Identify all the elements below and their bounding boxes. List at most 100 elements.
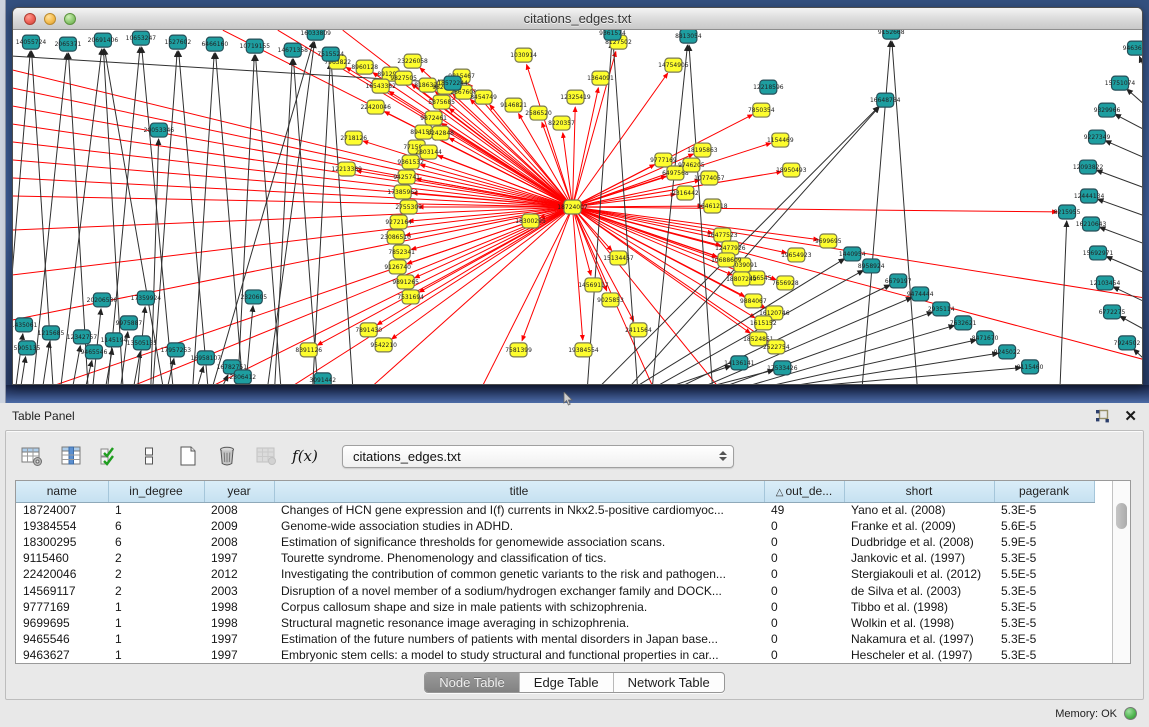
table-row[interactable]: 969969511998Structural magnetic resonanc… bbox=[16, 615, 1112, 631]
cell-pagerank[interactable]: 5.3E-5 bbox=[994, 582, 1094, 598]
cell-pagerank[interactable]: 5.3E-5 bbox=[994, 647, 1094, 663]
cell-title[interactable]: Estimation of significance thresholds fo… bbox=[274, 534, 764, 550]
cell-title[interactable]: Genome-wide association studies in ADHD. bbox=[274, 518, 764, 534]
cell-year[interactable]: 1997 bbox=[204, 647, 274, 663]
cell-out_degree[interactable]: 0 bbox=[764, 582, 844, 598]
citation-graph[interactable]: 1872400779638228960128891291423226058982… bbox=[13, 30, 1142, 384]
cell-name[interactable]: 18724007 bbox=[16, 502, 108, 518]
cell-in_degree[interactable]: 1 bbox=[108, 615, 204, 631]
cell-name[interactable]: 9465546 bbox=[16, 631, 108, 647]
network-canvas[interactable]: 1872400779638228960128891291423226058982… bbox=[13, 30, 1142, 384]
cell-short[interactable]: Hescheler et al. (1997) bbox=[844, 647, 994, 663]
cell-out_degree[interactable]: 0 bbox=[764, 518, 844, 534]
table-row[interactable]: 946362711997Embryonic stem cells: a mode… bbox=[16, 647, 1112, 663]
cell-short[interactable]: Yano et al. (2008) bbox=[844, 502, 994, 518]
delete-column-icon[interactable] bbox=[215, 444, 239, 468]
column-header-in-degree[interactable]: in_degree bbox=[108, 481, 204, 502]
cell-name[interactable]: 9777169 bbox=[16, 599, 108, 615]
column-header-name[interactable]: name bbox=[16, 481, 108, 502]
cell-name[interactable]: 9115460 bbox=[16, 550, 108, 566]
cell-year[interactable]: 1998 bbox=[204, 615, 274, 631]
select-all-icon[interactable] bbox=[98, 444, 122, 468]
cell-year[interactable]: 2012 bbox=[204, 566, 274, 582]
table-row[interactable]: 911546021997Tourette syndrome. Phenomeno… bbox=[16, 550, 1112, 566]
cell-name[interactable]: 19384554 bbox=[16, 518, 108, 534]
cell-short[interactable]: Stergiakouli et al. (2012) bbox=[844, 566, 994, 582]
cell-pagerank[interactable]: 5.3E-5 bbox=[994, 615, 1094, 631]
show-column-icon[interactable] bbox=[59, 444, 83, 468]
cell-in_degree[interactable]: 1 bbox=[108, 631, 204, 647]
cell-title[interactable]: Changes of HCN gene expression and I(f) … bbox=[274, 502, 764, 518]
cell-in_degree[interactable]: 1 bbox=[108, 502, 204, 518]
cell-out_degree[interactable]: 0 bbox=[764, 566, 844, 582]
new-column-icon[interactable] bbox=[176, 444, 200, 468]
cell-pagerank[interactable]: 5.5E-5 bbox=[994, 566, 1094, 582]
cell-pagerank[interactable]: 5.6E-5 bbox=[994, 518, 1094, 534]
cell-title[interactable]: Investigating the contribution of common… bbox=[274, 566, 764, 582]
table-row[interactable]: 977716911998Corpus callosum shape and si… bbox=[16, 599, 1112, 615]
table-row[interactable]: 1456911722003Disruption of a novel membe… bbox=[16, 582, 1112, 598]
cell-short[interactable]: Franke et al. (2009) bbox=[844, 518, 994, 534]
cell-short[interactable]: Tibbo et al. (1998) bbox=[844, 599, 994, 615]
cell-pagerank[interactable]: 5.3E-5 bbox=[994, 502, 1094, 518]
table-row[interactable]: 1830029562008Estimation of significance … bbox=[16, 534, 1112, 550]
cell-short[interactable]: Nakamura et al. (1997) bbox=[844, 631, 994, 647]
cell-pagerank[interactable]: 5.3E-5 bbox=[994, 550, 1094, 566]
cell-year[interactable]: 2009 bbox=[204, 518, 274, 534]
column-header-short[interactable]: short bbox=[844, 481, 994, 502]
row-height-icon[interactable] bbox=[137, 444, 161, 468]
cell-name[interactable]: 9463627 bbox=[16, 647, 108, 663]
cell-in_degree[interactable]: 6 bbox=[108, 518, 204, 534]
column-header-year[interactable]: year bbox=[204, 481, 274, 502]
column-header-title[interactable]: title bbox=[274, 481, 764, 502]
table-scrollbar[interactable] bbox=[1112, 481, 1130, 663]
table-settings-icon[interactable] bbox=[20, 444, 44, 468]
cell-in_degree[interactable]: 1 bbox=[108, 599, 204, 615]
cell-title[interactable]: Tourette syndrome. Phenomenology and cla… bbox=[274, 550, 764, 566]
cell-title[interactable]: Estimation of the future numbers of pati… bbox=[274, 631, 764, 647]
cell-title[interactable]: Embryonic stem cells: a model to study s… bbox=[274, 647, 764, 663]
table-row[interactable]: 2242004622012Investigating the contribut… bbox=[16, 566, 1112, 582]
tab-network-table[interactable]: Network Table bbox=[614, 673, 724, 692]
cell-short[interactable]: de Silva et al. (2003) bbox=[844, 582, 994, 598]
close-panel-icon[interactable]: ✕ bbox=[1124, 407, 1137, 425]
cell-year[interactable]: 2008 bbox=[204, 534, 274, 550]
delete-table-icon[interactable] bbox=[254, 444, 278, 468]
cell-year[interactable]: 2008 bbox=[204, 502, 274, 518]
table-selector-dropdown[interactable]: citations_edges.txt bbox=[342, 445, 734, 468]
cell-name[interactable]: 14569117 bbox=[16, 582, 108, 598]
function-builder-icon[interactable]: f(x) bbox=[293, 444, 317, 468]
cell-name[interactable]: 22420046 bbox=[16, 566, 108, 582]
column-header-out-degree[interactable]: △out_de... bbox=[764, 481, 844, 502]
cell-out_degree[interactable]: 49 bbox=[764, 502, 844, 518]
cell-out_degree[interactable]: 0 bbox=[764, 550, 844, 566]
cell-short[interactable]: Wolkin et al. (1998) bbox=[844, 615, 994, 631]
cell-title[interactable]: Disruption of a novel member of a sodium… bbox=[274, 582, 764, 598]
cell-title[interactable]: Corpus callosum shape and size in male p… bbox=[274, 599, 764, 615]
tab-node-table[interactable]: Node Table bbox=[425, 673, 520, 692]
cell-out_degree[interactable]: 0 bbox=[764, 631, 844, 647]
cell-year[interactable]: 1997 bbox=[204, 550, 274, 566]
cell-out_degree[interactable]: 0 bbox=[764, 647, 844, 663]
cell-name[interactable]: 9699695 bbox=[16, 615, 108, 631]
cell-pagerank[interactable]: 5.9E-5 bbox=[994, 534, 1094, 550]
cell-title[interactable]: Structural magnetic resonance image aver… bbox=[274, 615, 764, 631]
cell-year[interactable]: 2003 bbox=[204, 582, 274, 598]
network-window-titlebar[interactable]: citations_edges.txt bbox=[13, 8, 1142, 30]
scrollbar-thumb[interactable] bbox=[1116, 503, 1127, 529]
cell-year[interactable]: 1998 bbox=[204, 599, 274, 615]
tab-edge-table[interactable]: Edge Table bbox=[520, 673, 614, 692]
cell-out_degree[interactable]: 0 bbox=[764, 615, 844, 631]
cell-short[interactable]: Jankovic et al. (1997) bbox=[844, 550, 994, 566]
cell-pagerank[interactable]: 5.3E-5 bbox=[994, 599, 1094, 615]
cell-out_degree[interactable]: 0 bbox=[764, 534, 844, 550]
cell-name[interactable]: 18300295 bbox=[16, 534, 108, 550]
cell-in_degree[interactable]: 6 bbox=[108, 534, 204, 550]
table-row[interactable]: 1872400712008Changes of HCN gene express… bbox=[16, 502, 1112, 518]
float-panel-icon[interactable] bbox=[1095, 409, 1110, 423]
cell-pagerank[interactable]: 5.3E-5 bbox=[994, 631, 1094, 647]
cell-in_degree[interactable]: 2 bbox=[108, 582, 204, 598]
cell-in_degree[interactable]: 2 bbox=[108, 550, 204, 566]
cell-in_degree[interactable]: 1 bbox=[108, 647, 204, 663]
cell-year[interactable]: 1997 bbox=[204, 631, 274, 647]
